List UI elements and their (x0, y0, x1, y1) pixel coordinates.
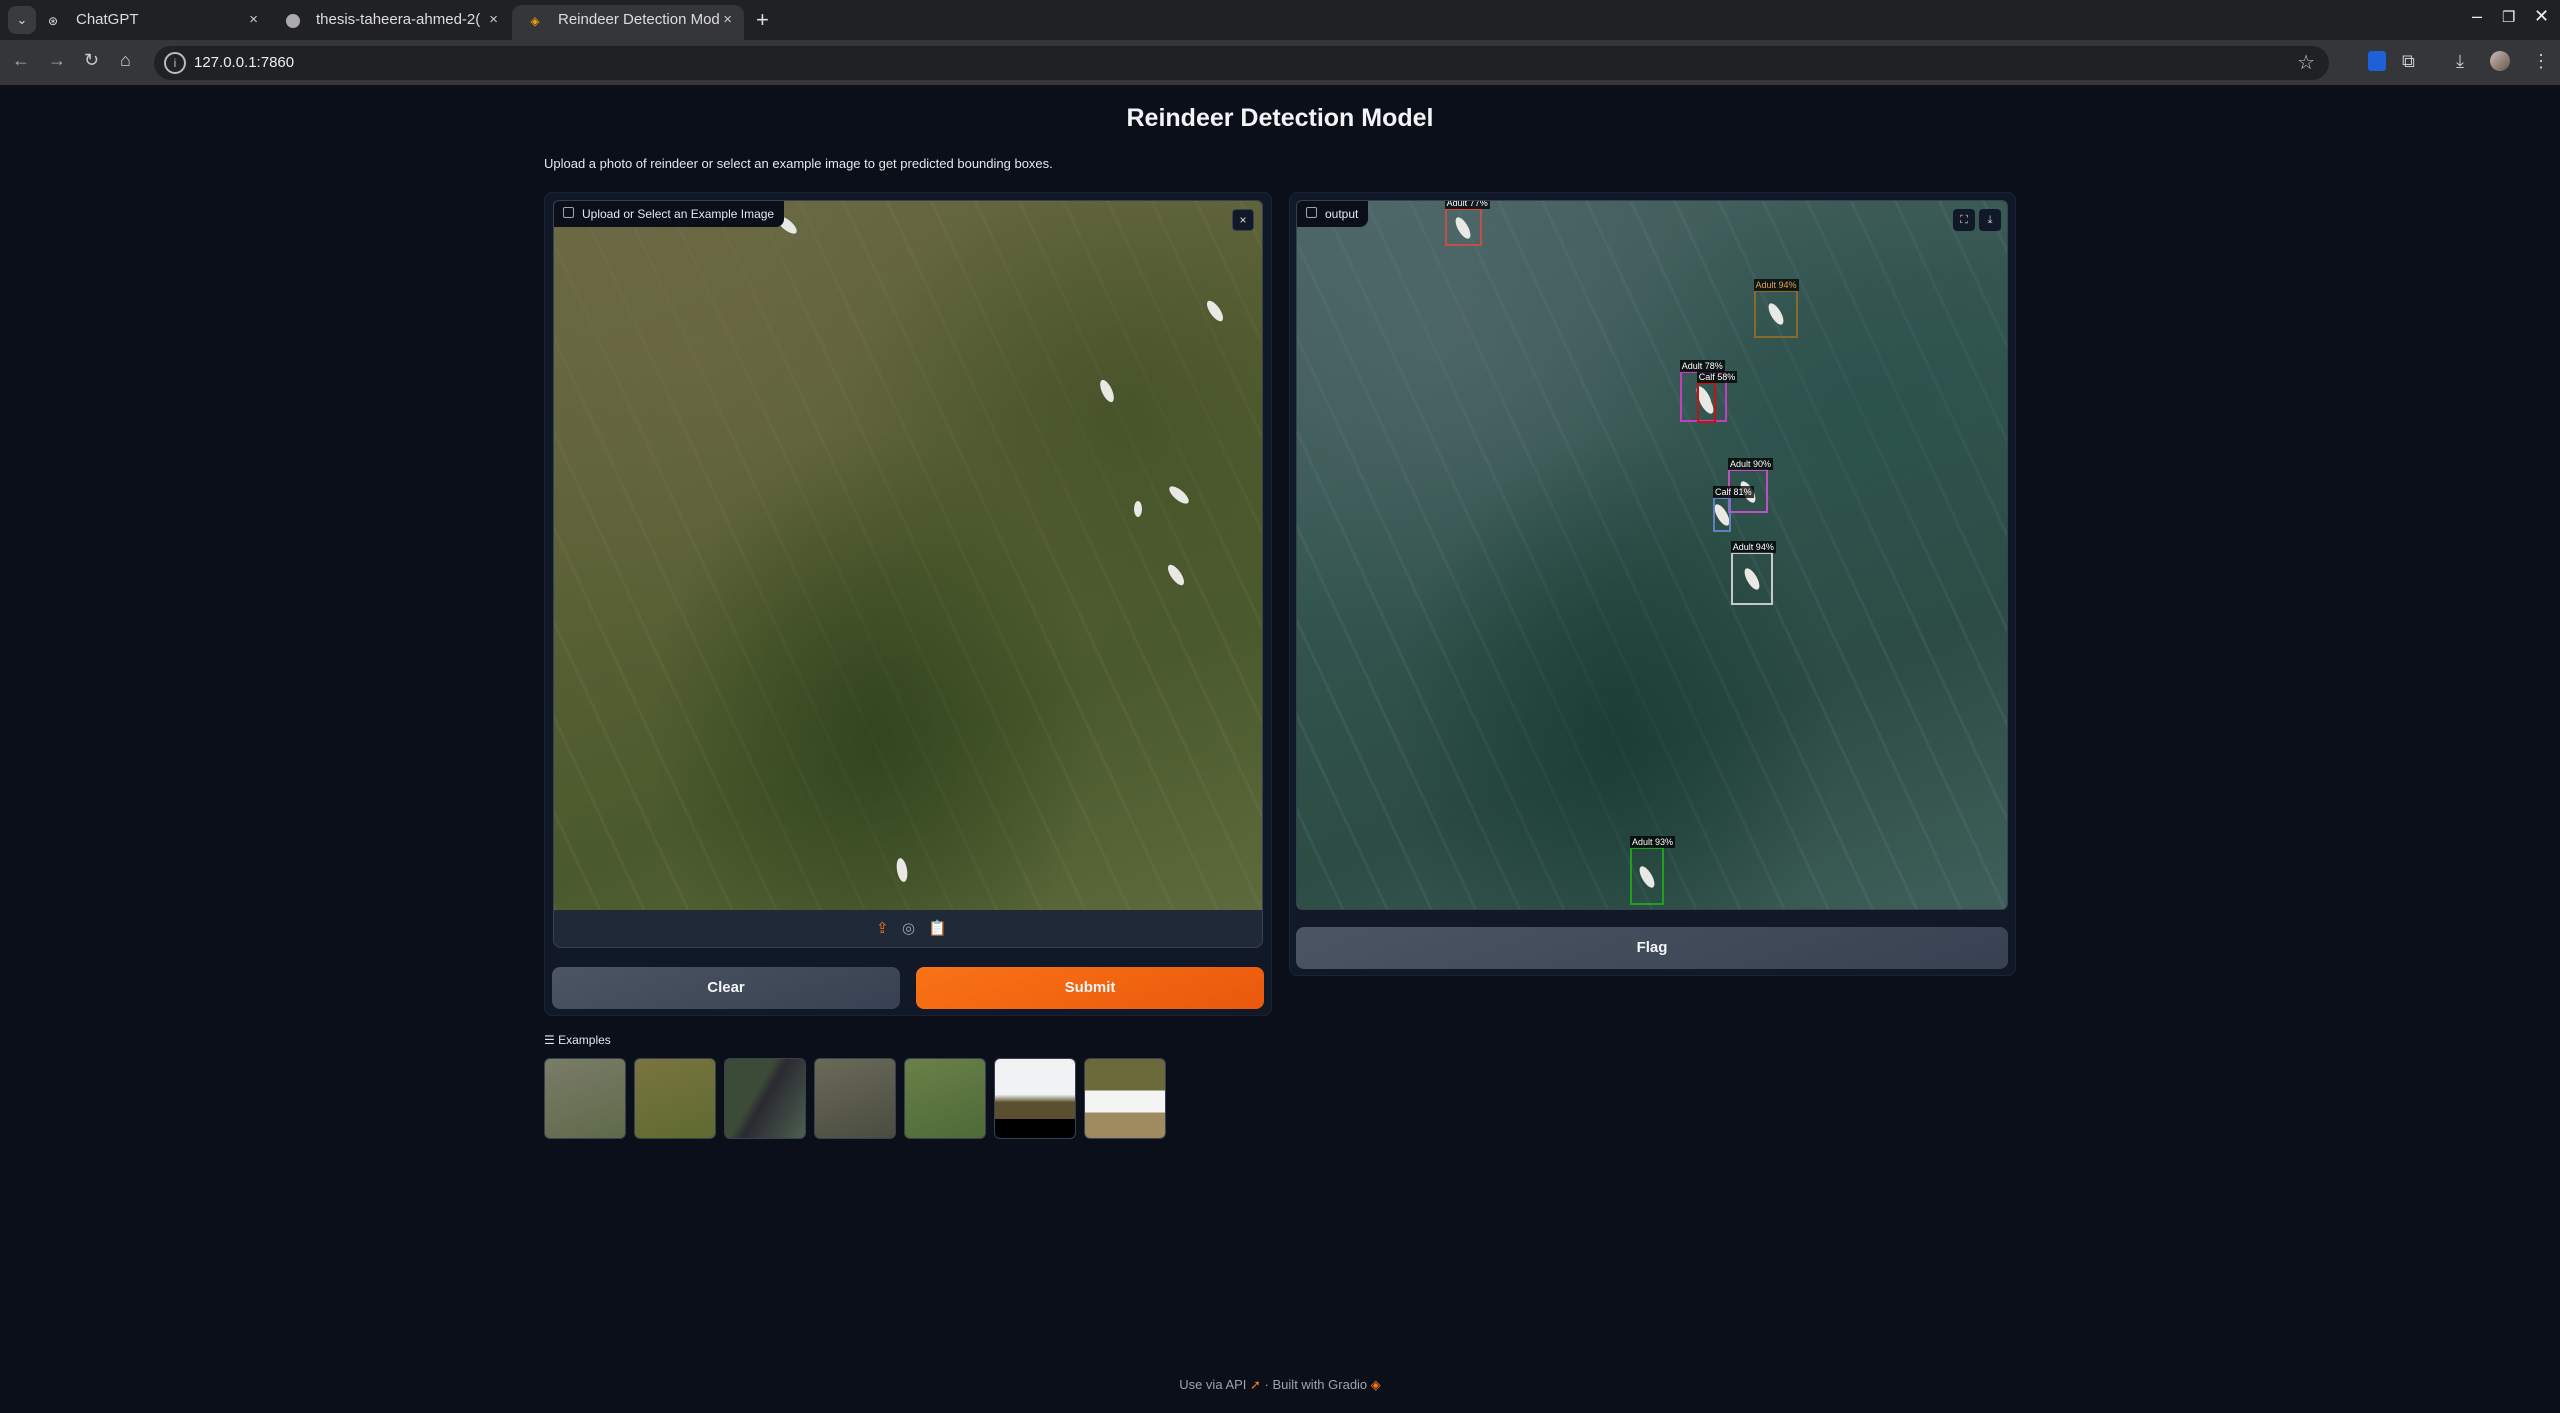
browser-toolbar: ← → ↻ ⌂ i 127.0.0.1:7860 ☆ ⧉ ⤓ ⋮ (0, 40, 2560, 86)
close-window-icon[interactable]: ✕ (2534, 6, 2549, 27)
detection-label: Adult 78% (1679, 359, 1725, 372)
new-tab-button[interactable]: + (756, 5, 769, 35)
webcam-icon[interactable]: ◎ (902, 919, 915, 937)
clear-button[interactable]: Clear (552, 967, 900, 1009)
example-thumbnail[interactable] (814, 1058, 896, 1139)
bounding-box: Calf 81% (1713, 485, 1754, 532)
bookmark-star-icon[interactable]: ☆ (2297, 50, 2315, 75)
detection-label: Adult 94% (1753, 278, 1799, 291)
use-via-api-link[interactable]: Use via API (1179, 1377, 1246, 1392)
list-icon: ☰ (544, 1033, 559, 1047)
tab-thesis[interactable]: thesis-taheera-ahmed-2( × (270, 5, 510, 40)
address-bar[interactable]: i 127.0.0.1:7860 ☆ (154, 46, 2329, 80)
restore-icon[interactable]: ❐ (2502, 8, 2515, 26)
image-icon (563, 207, 574, 218)
download-icon[interactable]: ⤓ (1979, 209, 2001, 231)
examples-label-text: Examples (558, 1033, 611, 1047)
output-image (1297, 201, 2007, 909)
input-image (554, 201, 1262, 910)
input-label: Upload or Select an Example Image (554, 201, 785, 227)
gradio-icon: ◈ (1370, 1377, 1381, 1392)
url-text: 127.0.0.1:7860 (194, 54, 295, 71)
output-label-text: output (1325, 207, 1359, 221)
close-tab-icon[interactable]: × (249, 5, 258, 35)
example-thumbnail[interactable] (724, 1058, 806, 1139)
upload-icon[interactable]: ⇪ (876, 919, 889, 937)
footer: Use via API ➚ · Built with Gradio ◈ (0, 1377, 2560, 1393)
reload-icon[interactable]: ↻ (84, 50, 99, 71)
browser-tab-bar: ⌄ ⊛ ChatGPT × thesis-taheera-ahmed-2( × … (0, 0, 2560, 40)
clipboard-icon[interactable]: 📋 (928, 919, 947, 937)
tab-title: Reindeer Detection Mod (558, 11, 720, 28)
close-tab-icon[interactable]: × (489, 5, 498, 35)
tab-reindeer[interactable]: ◈ Reindeer Detection Mod × (512, 5, 744, 40)
globe-icon (286, 14, 300, 28)
forward-icon[interactable]: → (48, 50, 66, 71)
menu-icon[interactable]: ⋮ (2532, 51, 2550, 72)
clear-image-button[interactable]: × (1232, 209, 1254, 231)
image-icon (1306, 207, 1317, 218)
extensions-icon[interactable]: ⧉ (2402, 51, 2415, 72)
example-thumbnail[interactable] (1084, 1058, 1166, 1139)
output-image-container: output ⛶ ⤓ Adult 77% Adult 94% Adult 78% Ca… (1296, 200, 2008, 910)
example-thumbnail[interactable] (994, 1058, 1076, 1139)
back-icon[interactable]: ← (12, 50, 30, 71)
minimize-icon[interactable]: – (2472, 6, 2482, 27)
footer-separator: · (1264, 1377, 1269, 1392)
page-description: Upload a photo of reindeer or select an … (544, 156, 1053, 171)
input-image-dropzone[interactable]: Upload or Select an Example Image × (553, 200, 1263, 911)
detection-label: Calf 58% (1696, 371, 1738, 384)
tab-chatgpt[interactable]: ⊛ ChatGPT × (30, 5, 270, 40)
rocket-icon: ➚ (1250, 1377, 1265, 1392)
page-title: Reindeer Detection Model (1126, 104, 1434, 132)
bounding-box: Calf 58% (1696, 371, 1738, 424)
site-info-icon[interactable]: i (164, 52, 186, 74)
example-thumbnail[interactable] (904, 1058, 986, 1139)
detection-label: Adult 94% (1730, 541, 1776, 554)
detection-label: Adult 77% (1444, 201, 1490, 210)
bounding-box: Adult 77% (1444, 201, 1490, 247)
openai-icon: ⊛ (47, 14, 59, 28)
bounding-box: Adult 93% (1629, 836, 1676, 906)
avatar[interactable] (2490, 51, 2510, 71)
reindeer (1134, 501, 1142, 517)
close-tab-icon[interactable]: × (723, 5, 732, 35)
input-label-text: Upload or Select an Example Image (582, 207, 775, 221)
examples-label: ☰ Examples (544, 1033, 611, 1047)
home-icon[interactable]: ⌂ (120, 50, 131, 71)
download-icon[interactable]: ⤓ (2456, 51, 2464, 72)
built-with-gradio-link[interactable]: Built with Gradio (1273, 1377, 1368, 1392)
fullscreen-icon[interactable]: ⛶ (1953, 209, 1975, 231)
detection-label: Calf 81% (1713, 485, 1754, 498)
example-thumbnail[interactable] (544, 1058, 626, 1139)
detection-label: Adult 90% (1727, 458, 1773, 471)
output-label: output (1297, 201, 1369, 227)
bounding-box: Adult 94% (1753, 278, 1799, 338)
gradio-icon: ◈ (530, 14, 540, 28)
example-thumbnail[interactable] (634, 1058, 716, 1139)
bounding-box: Adult 94% (1730, 541, 1776, 606)
detection-label: Adult 93% (1629, 836, 1676, 849)
flag-button[interactable]: Flag (1296, 927, 2008, 969)
submit-button[interactable]: Submit (916, 967, 1264, 1009)
source-selector: ⇪ ◎ 📋 (553, 910, 1263, 948)
bitwarden-icon[interactable] (2368, 51, 2386, 71)
tab-title: thesis-taheera-ahmed-2( (316, 11, 481, 28)
tab-title: ChatGPT (76, 11, 139, 28)
